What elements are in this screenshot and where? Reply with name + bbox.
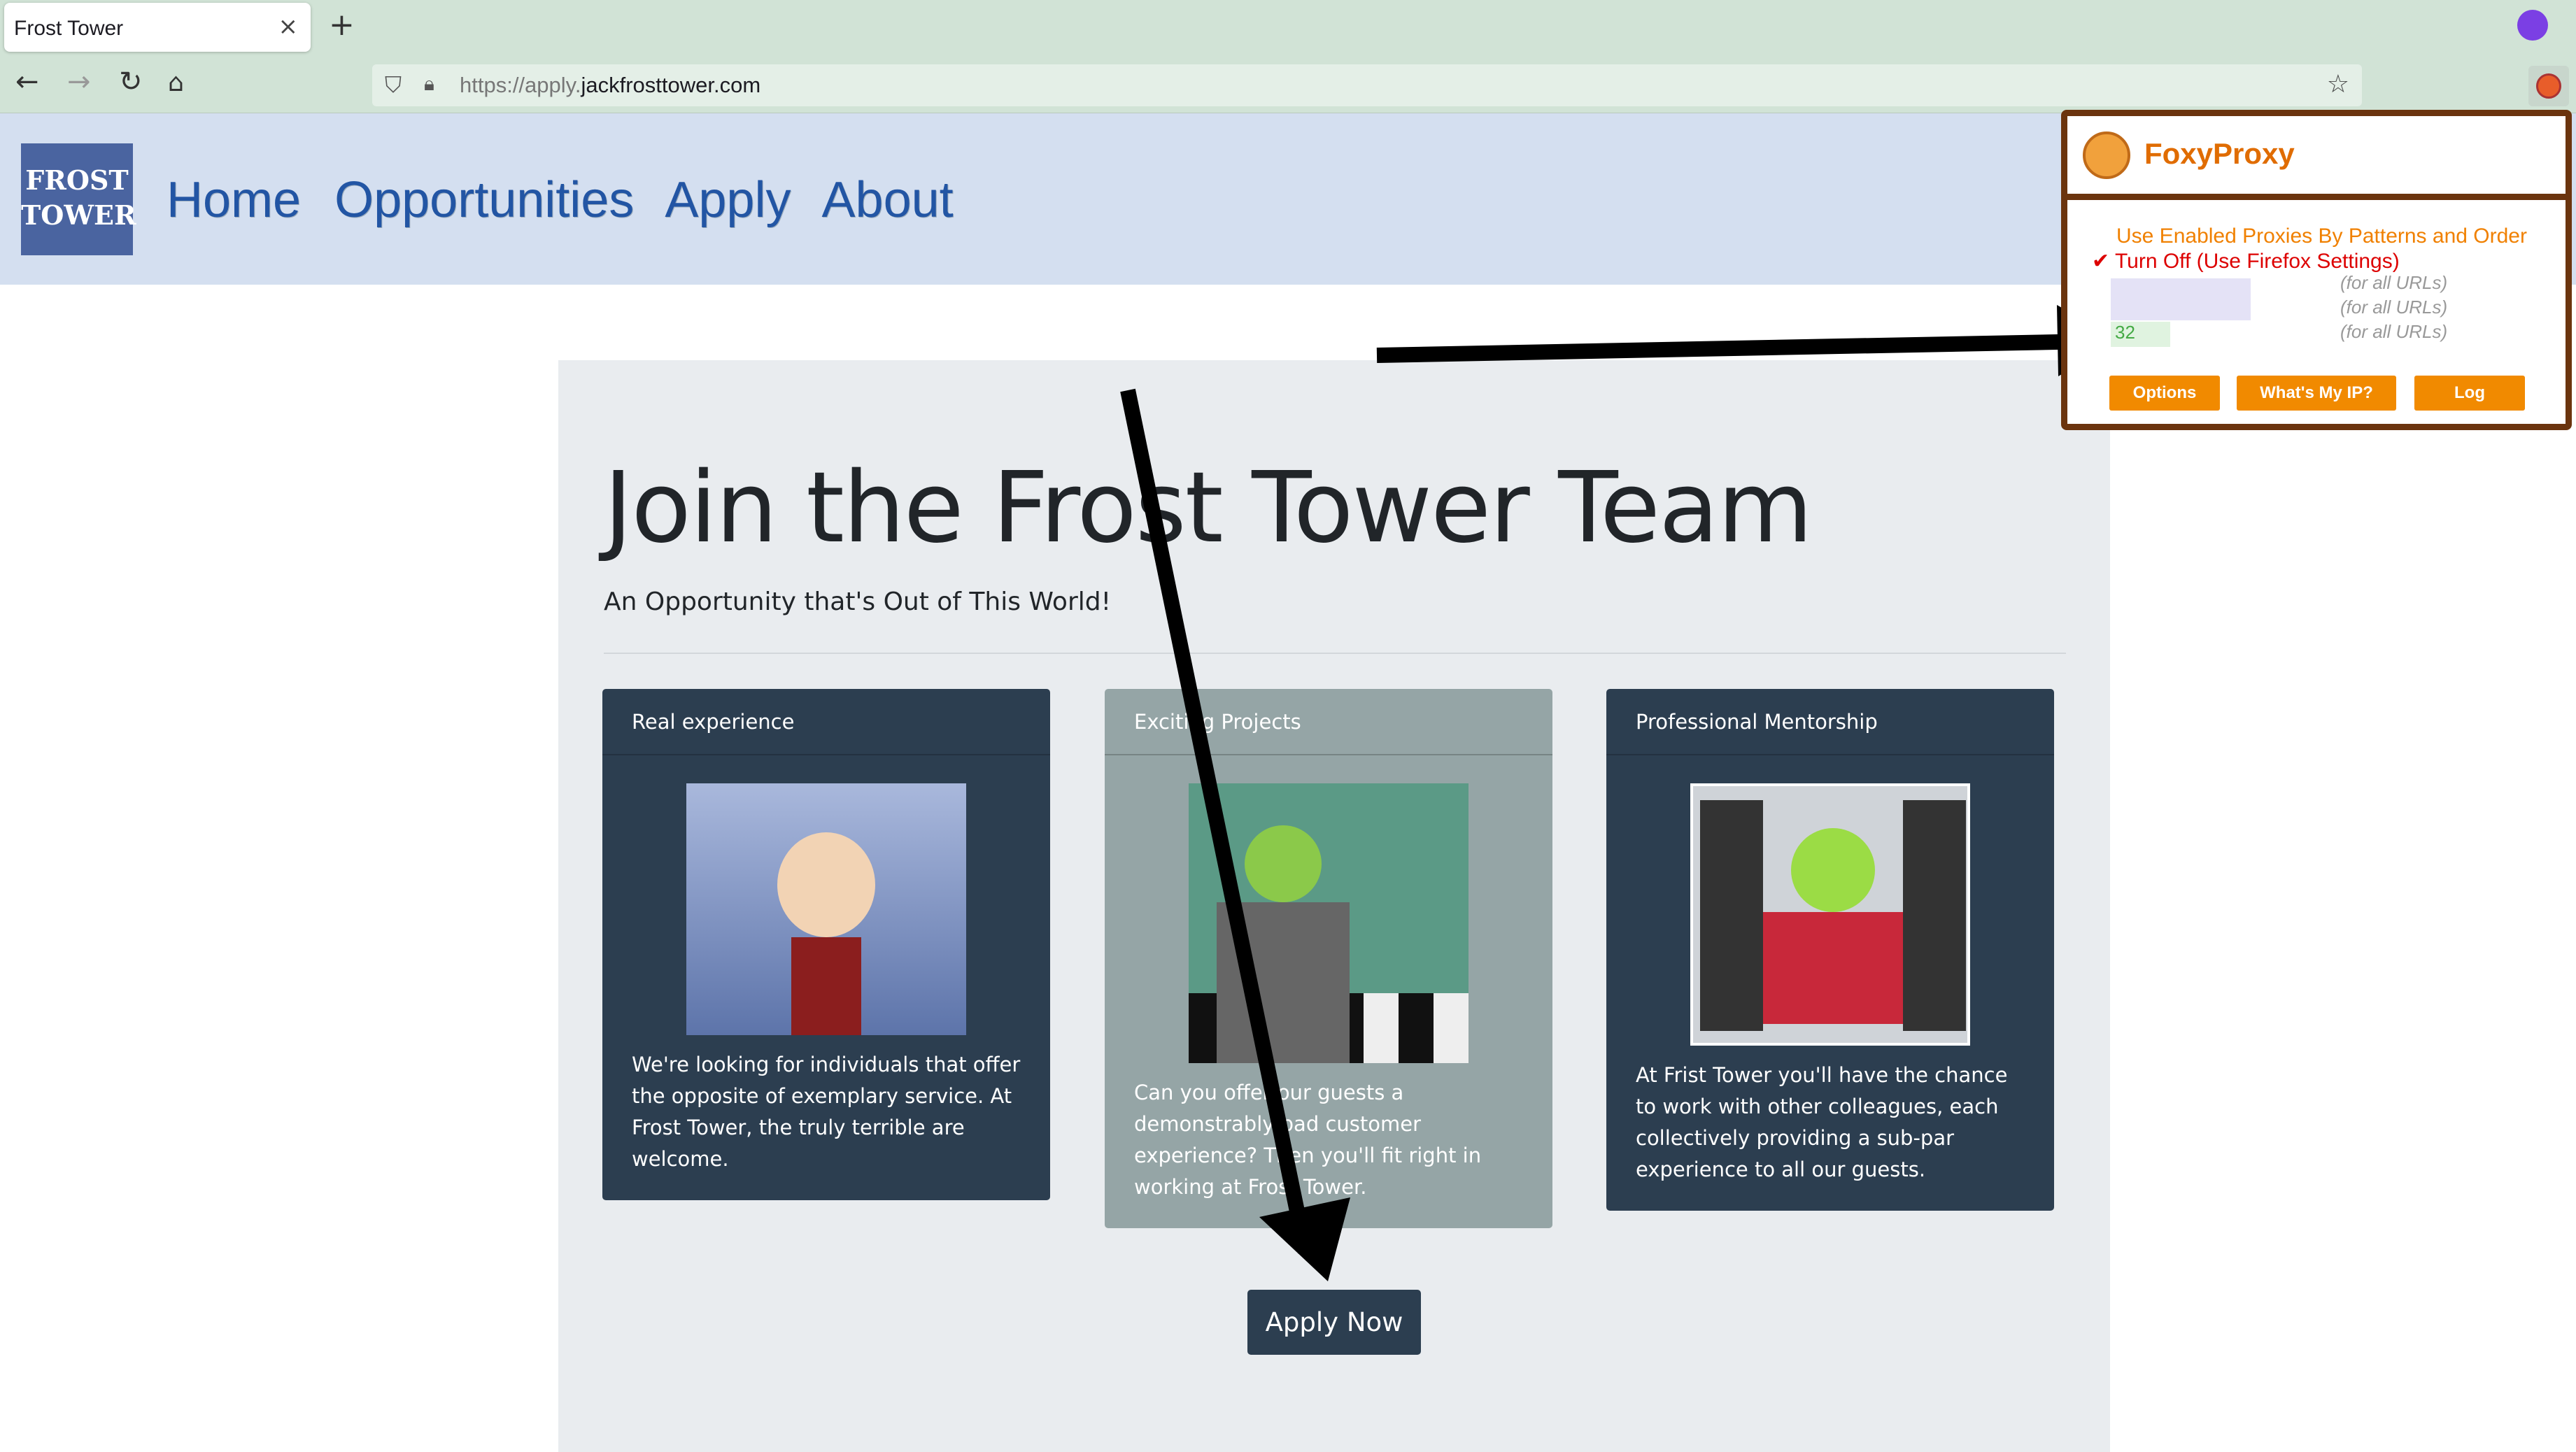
proxy-color-swatch[interactable] <box>2111 278 2251 320</box>
mode-off-label: Turn Off (Use Firefox Settings) <box>2114 250 2400 273</box>
foxyproxy-popup: FoxyProxy Use Enabled Proxies By Pattern… <box>2061 110 2572 430</box>
proxy-url-pattern: (for all URLs) <box>2340 297 2448 318</box>
check-icon: ✔ <box>2092 250 2110 273</box>
mode-off-option[interactable]: ✔ Turn Off (Use Firefox Settings) <box>2092 249 2400 273</box>
log-button[interactable]: Log <box>2414 376 2525 411</box>
proxy-entry-32[interactable]: 32 <box>2111 322 2170 347</box>
arrow-to-proxy-entry <box>1376 334 2093 363</box>
mode-patterns-option[interactable]: Use Enabled Proxies By Patterns and Orde… <box>2116 225 2527 248</box>
foxyproxy-body: Use Enabled Proxies By Patterns and Orde… <box>2067 200 2566 424</box>
whats-my-ip-button[interactable]: What's My IP? <box>2237 376 2396 411</box>
proxy-url-pattern: (for all URLs) <box>2340 321 2448 342</box>
fox-icon <box>2083 131 2130 179</box>
arrow-to-apply-button <box>1120 388 1313 1254</box>
foxyproxy-title: FoxyProxy <box>2144 137 2295 170</box>
arrow-head-down <box>1259 1197 1350 1281</box>
proxy-url-pattern: (for all URLs) <box>2340 272 2448 293</box>
options-button[interactable]: Options <box>2109 376 2220 411</box>
foxyproxy-header: FoxyProxy <box>2067 116 2566 200</box>
